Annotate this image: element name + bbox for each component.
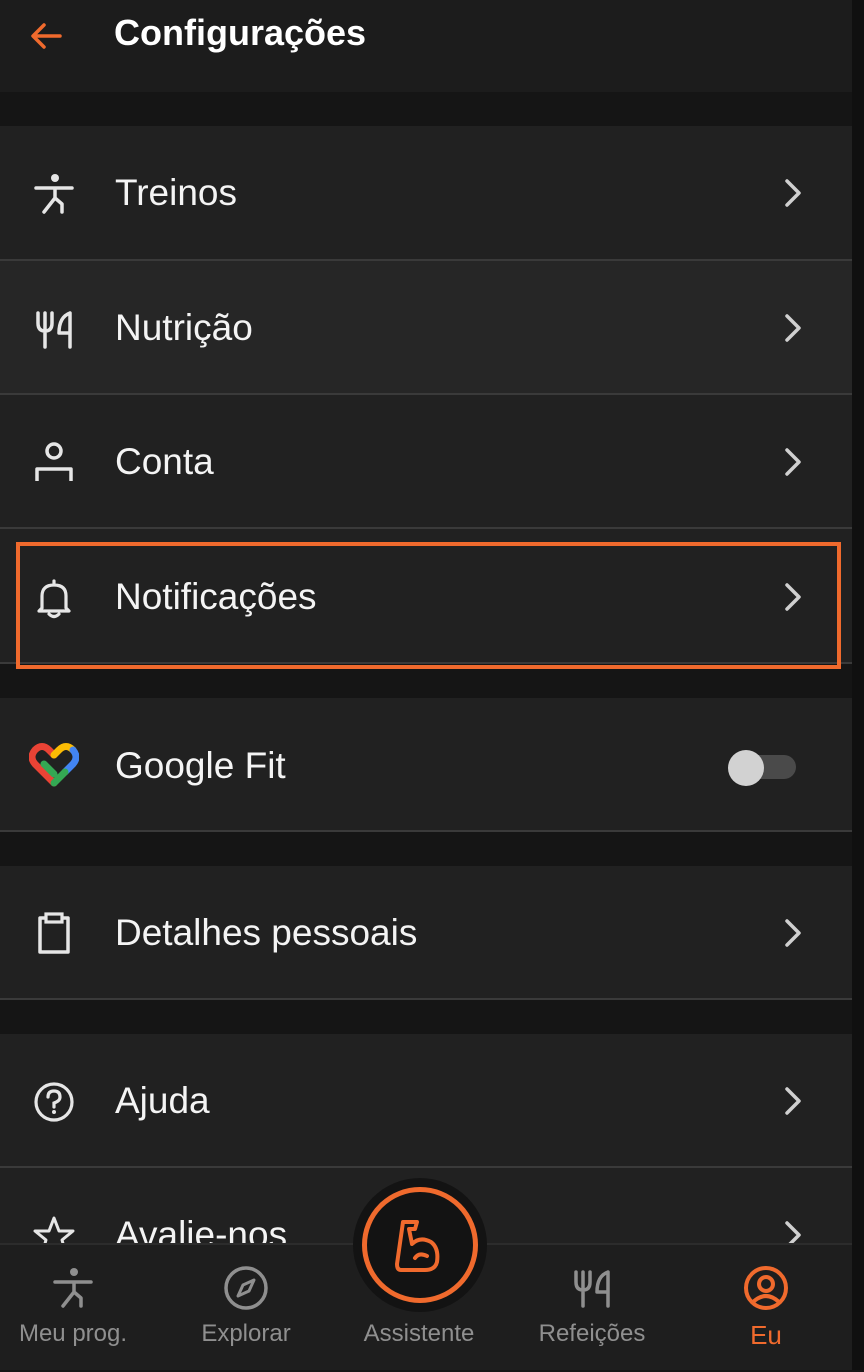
menu-item-label: Nutrição xyxy=(115,307,253,348)
nav-label: Explorar xyxy=(201,1320,291,1347)
app-header: Configurações xyxy=(0,0,852,92)
nav-explorar[interactable]: Explorar xyxy=(160,1245,332,1372)
chevron-right-icon xyxy=(778,577,808,617)
compass-icon xyxy=(221,1263,271,1313)
menu-item-google-fit[interactable]: Google Fit xyxy=(0,698,852,832)
menu-item-label: Treinos xyxy=(115,172,238,213)
help-circle-icon xyxy=(32,1080,76,1124)
exercise-figure-icon xyxy=(32,172,76,216)
nav-eu[interactable]: Eu xyxy=(680,1245,852,1372)
fork-knife-icon xyxy=(567,1263,617,1313)
nav-label: Assistente xyxy=(363,1320,475,1347)
nav-label: Eu xyxy=(750,1320,782,1350)
exercise-figure-icon xyxy=(48,1263,98,1313)
menu-item-conta[interactable]: Conta xyxy=(0,395,852,529)
chevron-right-icon xyxy=(778,308,808,348)
menu-item-label: Conta xyxy=(115,441,214,482)
assistant-fab-button[interactable] xyxy=(353,1178,487,1312)
menu-item-nutricao[interactable]: Nutrição xyxy=(0,261,852,395)
google-fit-toggle[interactable] xyxy=(728,750,796,786)
nav-label: Refeições xyxy=(538,1320,646,1347)
arrow-left-icon xyxy=(31,23,62,49)
fork-knife-icon xyxy=(32,307,76,351)
google-fit-label: Google Fit xyxy=(115,745,286,786)
scrollbar-track[interactable] xyxy=(852,0,864,1370)
menu-item-treinos[interactable]: Treinos xyxy=(0,126,852,261)
toggle-knob xyxy=(728,750,764,786)
muscle-arm-icon xyxy=(395,1220,440,1272)
fab-ring xyxy=(362,1187,478,1303)
back-button[interactable] xyxy=(22,14,70,58)
chevron-right-icon xyxy=(778,913,808,953)
chevron-right-icon xyxy=(778,173,808,213)
nav-label: Meu prog. xyxy=(18,1320,128,1347)
nav-refeicoes[interactable]: Refeições xyxy=(506,1245,678,1372)
menu-item-label: Ajuda xyxy=(115,1080,210,1121)
menu-item-notificacoes[interactable]: Notificações xyxy=(0,529,852,664)
google-fit-heart-icon xyxy=(28,743,80,787)
menu-item-label: Notificações xyxy=(115,576,317,617)
user-circle-icon xyxy=(741,1263,791,1313)
clipboard-icon xyxy=(32,912,76,956)
nav-meu-prog[interactable]: Meu prog. xyxy=(0,1245,159,1372)
page-title: Configurações xyxy=(114,12,367,53)
menu-item-ajuda[interactable]: Ajuda xyxy=(0,1034,852,1168)
bell-icon xyxy=(32,576,76,620)
menu-item-detalhes-pessoais[interactable]: Detalhes pessoais xyxy=(0,866,852,1000)
menu-item-label: Detalhes pessoais xyxy=(115,912,418,953)
chevron-right-icon xyxy=(778,442,808,482)
person-icon xyxy=(32,441,76,485)
chevron-right-icon xyxy=(778,1081,808,1121)
